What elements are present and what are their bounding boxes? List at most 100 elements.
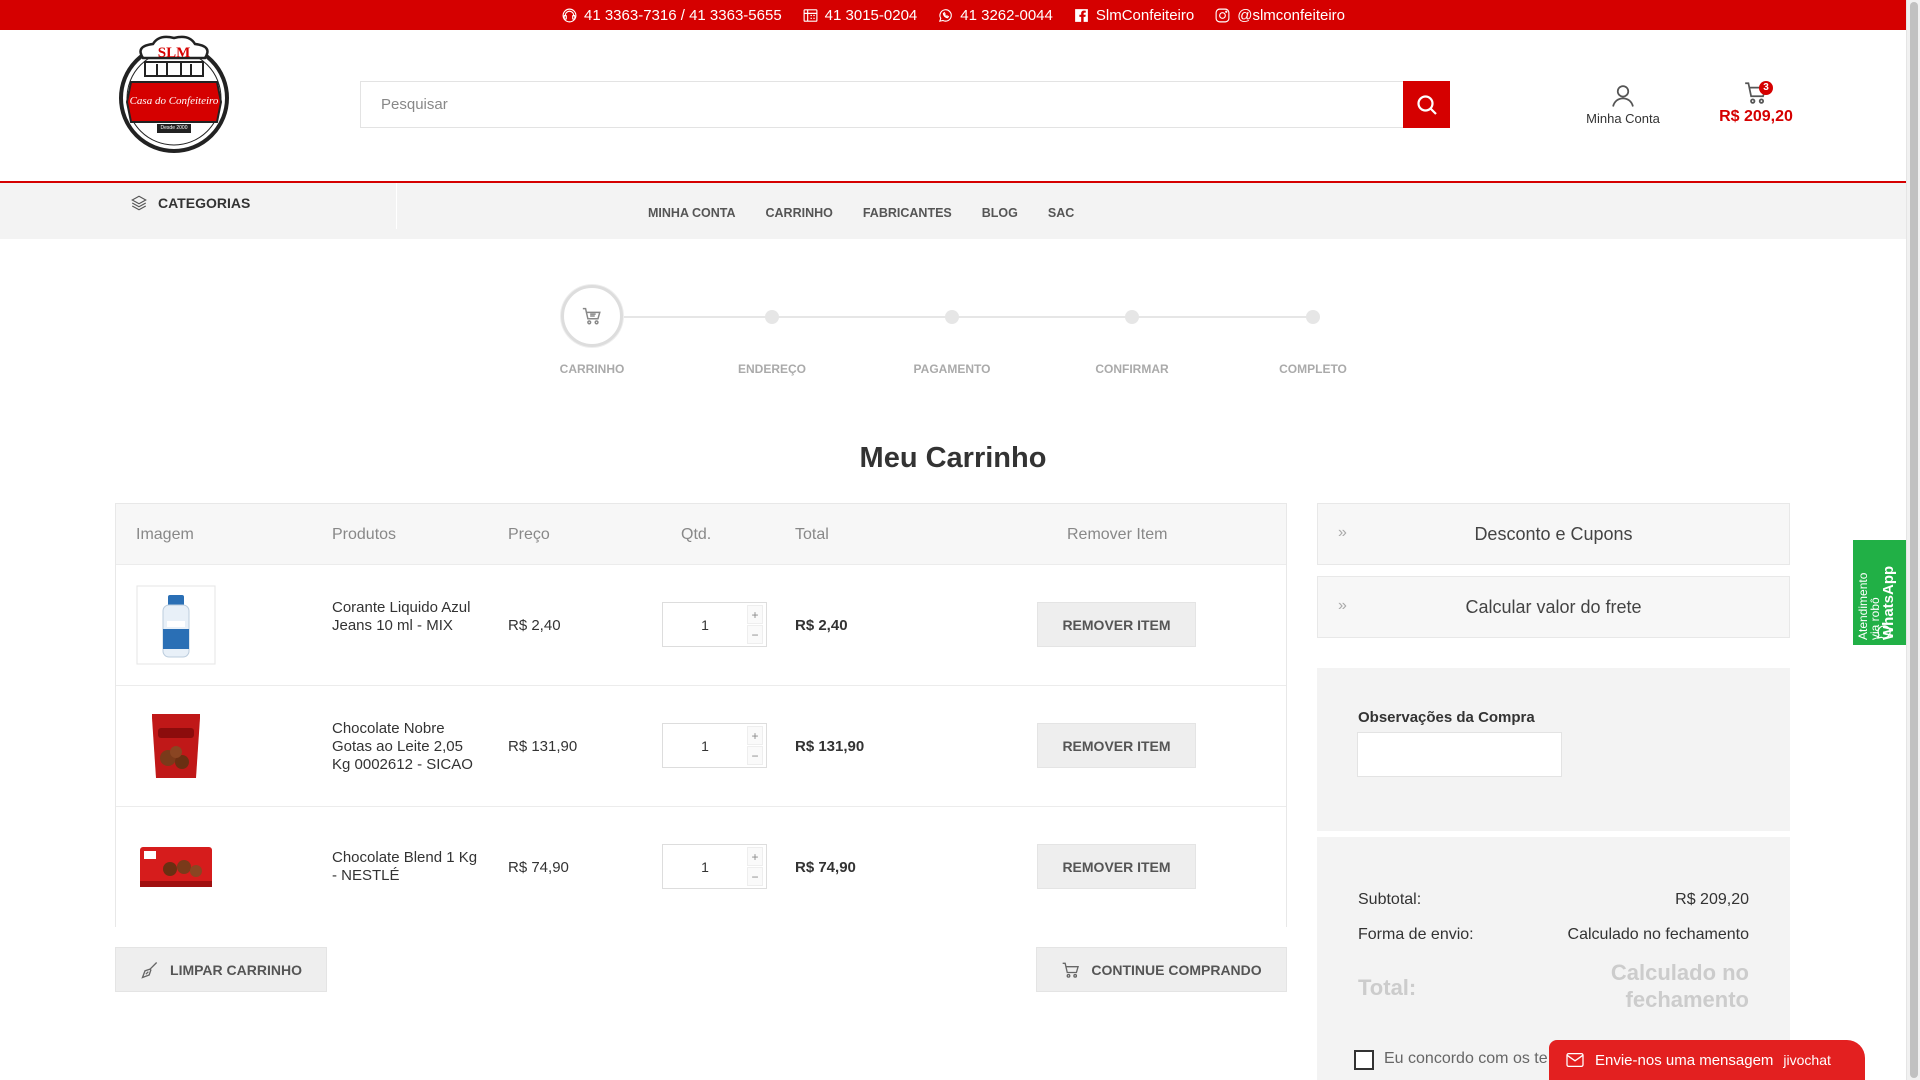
search-icon (1416, 94, 1437, 115)
chat-brand: jivochat (1783, 1052, 1831, 1068)
table-row: Corante Liquido Azul Jeans 10 ml - MIX R… (116, 564, 1286, 685)
top-contact-bar: 41 3363-7316 / 41 3363-5655 41 3015-0204… (0, 0, 1906, 30)
store-logo[interactable]: SLM Casa do Confeiteiro Desde 2000 (113, 32, 235, 154)
nav-link-fabricantes[interactable]: FABRICANTES (863, 206, 952, 220)
discount-coupons-toggle[interactable]: » Desconto e Cupons (1317, 503, 1790, 565)
facebook-handle: SlmConfeiteiro (1095, 6, 1195, 24)
product-image-corante[interactable] (136, 585, 216, 665)
quantity-stepper: + − (662, 602, 767, 647)
line-total: R$ 74,90 (795, 859, 856, 876)
quantity-decrease-button[interactable]: − (747, 746, 763, 765)
instagram-link[interactable]: @slmconfeiteiro (1214, 7, 1345, 24)
whatsapp-bot-tab[interactable]: Atendimento via robô WhatsApp (1853, 540, 1906, 645)
product-price: R$ 2,40 (508, 617, 561, 634)
quantity-input[interactable] (663, 603, 747, 646)
step-complete-dot (1306, 310, 1320, 324)
cart-icon (1062, 962, 1080, 978)
nav-link-blog[interactable]: BLOG (982, 206, 1018, 220)
cart-total: R$ 209,20 (1719, 108, 1793, 125)
quantity-increase-button[interactable]: + (747, 847, 763, 866)
envelope-icon (1566, 1052, 1584, 1068)
table-row: Chocolate Nobre Gotas ao Leite 2,05 Kg 0… (116, 685, 1286, 806)
quantity-decrease-button[interactable]: − (747, 625, 763, 644)
remove-item-button[interactable]: REMOVER ITEM (1037, 844, 1196, 889)
scrollbar-thumb[interactable] (1910, 2, 1918, 1078)
page-scrollbar[interactable] (1906, 0, 1920, 1080)
subtotal-label: Subtotal: (1358, 891, 1422, 908)
shipping-calculator-label: Calcular valor do frete (1465, 597, 1642, 617)
line-total: R$ 2,40 (795, 617, 848, 634)
line-total: R$ 131,90 (795, 738, 865, 755)
facebook-link[interactable]: SlmConfeiteiro (1073, 7, 1194, 24)
continue-shopping-button[interactable]: CONTINUE COMPRANDO (1036, 947, 1287, 992)
header-cart[interactable]: 3 R$ 209,20 (1716, 80, 1796, 126)
live-chat-widget[interactable]: Envie-nos uma mensagem jivochat (1549, 1040, 1865, 1080)
col-header-remove: Remover Item (1067, 526, 1168, 543)
clear-cart-button[interactable]: LIMPAR CARRINHO (115, 947, 327, 992)
shipping-calculator-toggle[interactable]: » Calcular valor do frete (1317, 576, 1790, 638)
search-input[interactable] (361, 82, 1403, 127)
whatsapp-number: 41 3262-0044 (960, 6, 1053, 24)
nav-separator (396, 183, 397, 229)
my-account-link[interactable]: Minha Conta (1578, 82, 1668, 126)
quantity-decrease-button[interactable]: − (747, 867, 763, 886)
remove-item-button[interactable]: REMOVER ITEM (1037, 602, 1196, 647)
quantity-increase-button[interactable]: + (747, 726, 763, 745)
facebook-icon (1074, 8, 1088, 22)
continue-shopping-label: CONTINUE COMPRANDO (1091, 961, 1262, 978)
landline-number: 41 3015-0204 (824, 6, 918, 24)
building-phone-icon (803, 8, 818, 22)
phone-contact[interactable]: 41 3363-7316 / 41 3363-5655 (561, 7, 782, 24)
landline-contact[interactable]: 41 3015-0204 (802, 6, 918, 24)
product-image-chocolate-nobre[interactable] (136, 706, 216, 786)
logo-slm-text: SLM (157, 45, 191, 61)
categories-menu[interactable]: CATEGORIAS (130, 194, 250, 212)
layers-icon (131, 195, 147, 211)
quantity-input[interactable] (663, 724, 747, 767)
step-confirm-dot (1125, 310, 1139, 324)
phone-numbers: 41 3363-7316 / 41 3363-5655 (583, 6, 782, 24)
quantity-increase-button[interactable]: + (747, 605, 763, 624)
logo-since-text: Desde 2000 (160, 125, 188, 131)
categories-label: CATEGORIAS (158, 195, 251, 211)
search-button[interactable] (1403, 81, 1450, 128)
product-name[interactable]: Corante Liquido Azul Jeans 10 ml - MIX (332, 599, 482, 635)
col-header-total: Total (795, 526, 829, 543)
subtotal-value: R$ 209,20 (1675, 891, 1749, 908)
step-cart-indicator (561, 285, 623, 347)
product-image-chocolate-blend[interactable] (136, 827, 216, 907)
nav-link-sac[interactable]: SAC (1048, 206, 1074, 220)
nav-link-minha-conta[interactable]: MINHA CONTA (648, 206, 736, 220)
shipping-method-value: Calculado no fechamento (1567, 926, 1749, 943)
nav-link-carrinho[interactable]: CARRINHO (766, 206, 833, 220)
col-header-image: Imagem (136, 526, 194, 543)
col-header-qty: Qtd. (681, 526, 712, 543)
logo-name-text: Casa do Confeiteiro (129, 95, 219, 107)
headset-icon (562, 8, 577, 22)
chat-label: Envie-nos uma mensagem (1595, 1051, 1774, 1069)
step-address-dot (765, 310, 779, 324)
step-label-confirm: CONFIRMAR (1095, 362, 1169, 376)
table-header: Imagem Produtos Preço Qtd. Total Remover… (116, 504, 1286, 564)
total-value: Calculado no fechamento (1610, 960, 1749, 1012)
product-name[interactable]: Chocolate Blend 1 Kg - NESTLÉ (332, 849, 482, 885)
col-header-price: Preço (508, 526, 550, 543)
whatsapp-icon (939, 8, 953, 22)
main-nav: MINHA CONTA CARRINHO FABRICANTES BLOG SA… (648, 206, 1074, 220)
quantity-input[interactable] (663, 845, 747, 888)
terms-text: Eu concordo com os te (1384, 1050, 1548, 1067)
terms-checkbox[interactable] (1354, 1050, 1374, 1070)
order-notes-field[interactable] (1357, 732, 1562, 777)
whatsapp-contact[interactable]: 41 3262-0044 (937, 7, 1053, 24)
instagram-handle: @slmconfeiteiro (1237, 6, 1345, 24)
remove-item-button[interactable]: REMOVER ITEM (1037, 723, 1196, 768)
cart-icon (582, 307, 601, 325)
search-bar (360, 81, 1450, 128)
cart-table: Imagem Produtos Preço Qtd. Total Remover… (115, 503, 1287, 927)
clear-cart-label: LIMPAR CARRINHO (170, 961, 302, 978)
shipping-method-label: Forma de envio: (1358, 926, 1474, 943)
step-label-address: ENDEREÇO (737, 362, 806, 376)
product-name[interactable]: Chocolate Nobre Gotas ao Leite 2,05 Kg 0… (332, 720, 482, 774)
terms-agreement: Eu concordo com os te (1354, 1050, 1554, 1070)
whatsapp-icon (1877, 625, 1891, 639)
